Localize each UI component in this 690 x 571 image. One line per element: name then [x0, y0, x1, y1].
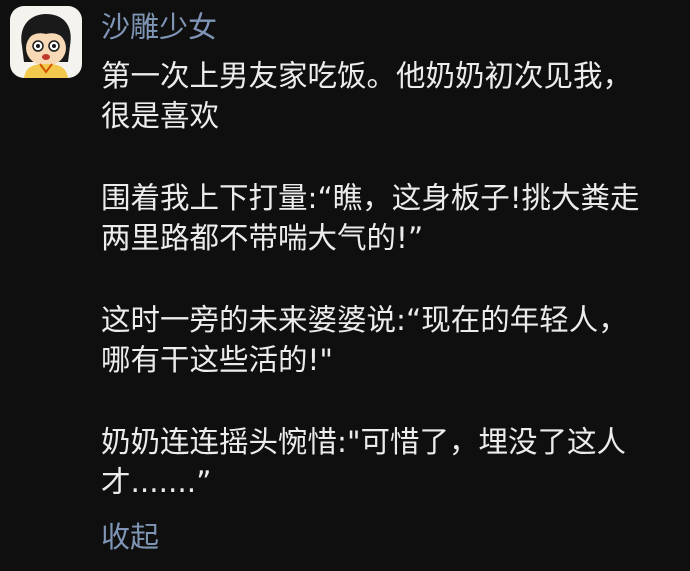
- text-line: 第一次上男友家吃饭。他奶奶初次见我，: [101, 59, 633, 93]
- text-line: 这时一旁的未来婆婆说:“现在的年轻人，: [101, 303, 628, 337]
- text-line: 奶奶连连摇头惋惜:"可惜了，埋没了这人: [101, 425, 627, 459]
- paragraph: 围着我上下打量:“瞧，这身板子!挑大粪走 两里路都不带喘大气的!”: [101, 178, 681, 258]
- paragraph: 第一次上男友家吃饭。他奶奶初次见我， 很是喜欢: [101, 56, 681, 136]
- cartoon-girl-avatar-icon: [21, 14, 71, 78]
- avatar[interactable]: [10, 6, 82, 78]
- text-line: 很是喜欢: [101, 99, 220, 133]
- username[interactable]: 沙雕少女: [101, 8, 217, 46]
- collapse-link[interactable]: 收起: [101, 518, 159, 556]
- post-body: 第一次上男友家吃饭。他奶奶初次见我， 很是喜欢 围着我上下打量:“瞧，这身板子!…: [101, 56, 681, 502]
- paragraph: 这时一旁的未来婆婆说:“现在的年轻人， 哪有干这些活的!": [101, 300, 681, 380]
- text-line: 才.......”: [101, 465, 212, 499]
- paragraph: 奶奶连连摇头惋惜:"可惜了，埋没了这人 才.......”: [101, 422, 681, 502]
- post-card: 沙雕少女 第一次上男友家吃饭。他奶奶初次见我， 很是喜欢 围着我上下打量:“瞧，…: [0, 0, 690, 571]
- text-line: 哪有干这些活的!": [101, 343, 333, 377]
- text-line: 围着我上下打量:“瞧，这身板子!挑大粪走: [101, 181, 640, 215]
- text-line: 两里路都不带喘大气的!”: [101, 221, 424, 255]
